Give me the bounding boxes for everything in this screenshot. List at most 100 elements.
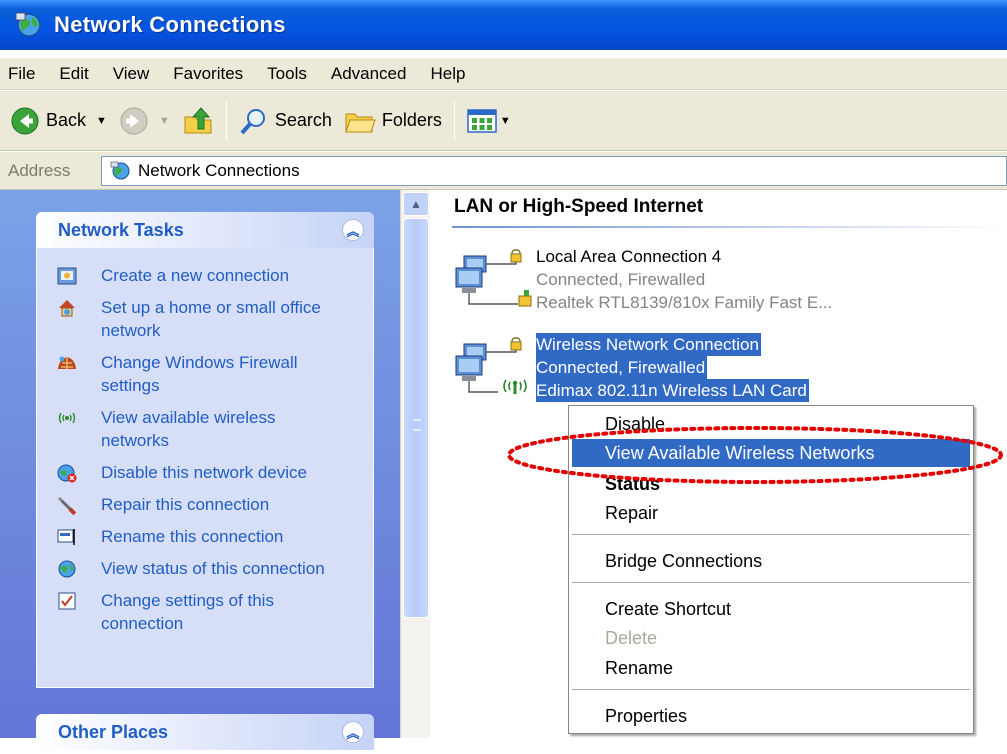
menu-item-disable[interactable]: Disable <box>569 410 973 438</box>
collapse-chevron-icon[interactable]: ︽ <box>342 721 364 743</box>
group-header: LAN or High-Speed Internet <box>454 196 704 217</box>
network-tasks-panel: Network Tasks ︽ Create a new connection … <box>36 212 374 688</box>
task-label: Change settings of this connection <box>101 591 274 633</box>
search-button[interactable]: Search <box>233 99 338 143</box>
connection-item[interactable]: Local Area Connection 4 Connected, Firew… <box>454 247 974 320</box>
other-places-title: Other Places <box>58 721 169 742</box>
collapse-chevron-icon[interactable]: ︽ <box>342 219 364 241</box>
menu-view[interactable]: View <box>101 64 162 84</box>
firewall-icon <box>58 356 76 369</box>
task-change-settings[interactable]: Change settings of this connection <box>57 589 373 635</box>
menu-bar: File Edit View Favorites Tools Advanced … <box>0 58 1007 90</box>
status-icon <box>58 560 76 578</box>
task-label: Set up a home or small office network <box>101 298 321 340</box>
vertical-scrollbar[interactable]: ▲ <box>400 190 430 738</box>
connection-status: Connected, Firewalled <box>536 270 706 289</box>
forward-button[interactable]: ▼ <box>113 99 176 143</box>
scroll-grip <box>413 419 421 431</box>
address-field[interactable]: Network Connections <box>101 156 1007 186</box>
network-tasks-title: Network Tasks <box>58 219 184 240</box>
network-connections-icon <box>15 12 41 37</box>
connection-name: Wireless Network Connection <box>536 333 761 356</box>
connection-device: Edimax 802.11n Wireless LAN Card <box>536 379 809 402</box>
menu-advanced[interactable]: Advanced <box>319 64 419 84</box>
task-create-connection[interactable]: Create a new connection <box>57 264 373 287</box>
other-places-header[interactable]: Other Places ︽ <box>36 714 374 750</box>
connection-device: Realtek RTL8139/810x Family Fast E... <box>536 293 833 312</box>
repair-icon <box>58 497 77 515</box>
task-label: Disable this network device <box>101 463 307 482</box>
menu-separator <box>572 689 970 690</box>
new-connection-icon <box>57 267 77 285</box>
connection-item-selected[interactable]: Wireless Network Connection Connected, F… <box>454 333 974 408</box>
task-view-wireless[interactable]: View available wireless networks <box>57 406 373 452</box>
task-label: Rename this connection <box>101 527 284 546</box>
folders-button[interactable]: Folders <box>338 99 448 143</box>
menu-help[interactable]: Help <box>418 64 477 84</box>
search-icon <box>240 108 265 134</box>
menu-item-view-available-wireless-networks[interactable]: View Available Wireless Networks <box>572 439 970 467</box>
scroll-up-icon[interactable]: ▲ <box>403 192 429 216</box>
task-label: Change Windows Firewall settings <box>101 353 298 395</box>
menu-item-create-shortcut[interactable]: Create Shortcut <box>569 595 973 623</box>
menu-favorites[interactable]: Favorites <box>161 64 255 84</box>
network-tasks-header[interactable]: Network Tasks ︽ <box>36 212 374 248</box>
network-connections-small-icon <box>110 161 130 180</box>
up-folder-icon <box>184 106 212 133</box>
settings-icon <box>58 592 76 610</box>
views-icon <box>467 108 497 133</box>
toolbar-separator <box>225 100 227 141</box>
connection-status: Connected, Firewalled <box>536 356 708 379</box>
task-label: View available wireless networks <box>101 408 276 450</box>
window-title: Network Connections <box>54 12 286 37</box>
menu-item-bridge-connections[interactable]: Bridge Connections <box>569 547 973 575</box>
search-label: Search <box>274 110 332 130</box>
menu-item-repair[interactable]: Repair <box>569 499 973 527</box>
back-arrow-icon <box>11 107 39 134</box>
address-bar: Address Network Connections <box>0 152 1007 190</box>
rename-icon <box>57 529 75 545</box>
connection-name: Local Area Connection 4 <box>536 247 722 266</box>
address-label: Address <box>8 160 71 180</box>
folders-icon <box>345 113 376 132</box>
menu-tools[interactable]: Tools <box>255 64 319 84</box>
menu-item-status[interactable]: Status <box>569 470 973 498</box>
back-label: Back <box>46 110 87 130</box>
network-tasks-list: Create a new connection Set up a home or… <box>36 248 374 688</box>
address-value: Network Connections <box>138 161 300 180</box>
task-disable-device[interactable]: Disable this network device <box>57 461 373 484</box>
disable-device-icon <box>57 464 77 483</box>
menu-item-rename[interactable]: Rename <box>569 654 973 682</box>
task-view-status[interactable]: View status of this connection <box>57 557 373 580</box>
menu-separator <box>572 534 970 535</box>
task-repair-connection[interactable]: Repair this connection <box>57 493 373 516</box>
task-pane: Network Tasks ︽ Create a new connection … <box>0 190 400 750</box>
title-bar[interactable]: Network Connections <box>0 0 1007 50</box>
toolbar: Back ▼ ▼ Search Folders ▼ <box>0 91 1007 151</box>
lan-connection-icon <box>455 249 532 307</box>
up-folder-button[interactable] <box>176 99 220 143</box>
task-firewall-settings[interactable]: Change Windows Firewall settings <box>57 351 373 397</box>
group-divider <box>452 226 1007 228</box>
home-network-icon <box>59 300 75 317</box>
toolbar-separator <box>453 100 455 141</box>
views-dropdown-icon[interactable]: ▼ <box>500 115 511 127</box>
menu-item-properties[interactable]: Properties <box>569 702 973 730</box>
task-label: View status of this connection <box>101 559 325 578</box>
menu-separator <box>572 582 970 583</box>
back-button[interactable]: Back ▼ <box>4 99 113 143</box>
task-label: Create a new connection <box>101 266 290 285</box>
folders-label: Folders <box>381 110 442 130</box>
other-places-panel: Other Places ︽ <box>36 714 374 754</box>
forward-dropdown-icon[interactable]: ▼ <box>159 115 170 127</box>
wireless-icon <box>58 412 76 424</box>
menu-edit[interactable]: Edit <box>47 64 100 84</box>
forward-arrow-icon <box>120 107 148 134</box>
task-home-network[interactable]: Set up a home or small office network <box>57 296 373 342</box>
back-dropdown-icon[interactable]: ▼ <box>96 115 107 127</box>
scroll-thumb[interactable] <box>403 218 429 618</box>
task-label: Repair this connection <box>101 495 270 514</box>
menu-file[interactable]: File <box>0 64 47 84</box>
task-rename-connection[interactable]: Rename this connection <box>57 525 373 548</box>
views-button[interactable]: ▼ <box>461 99 517 143</box>
